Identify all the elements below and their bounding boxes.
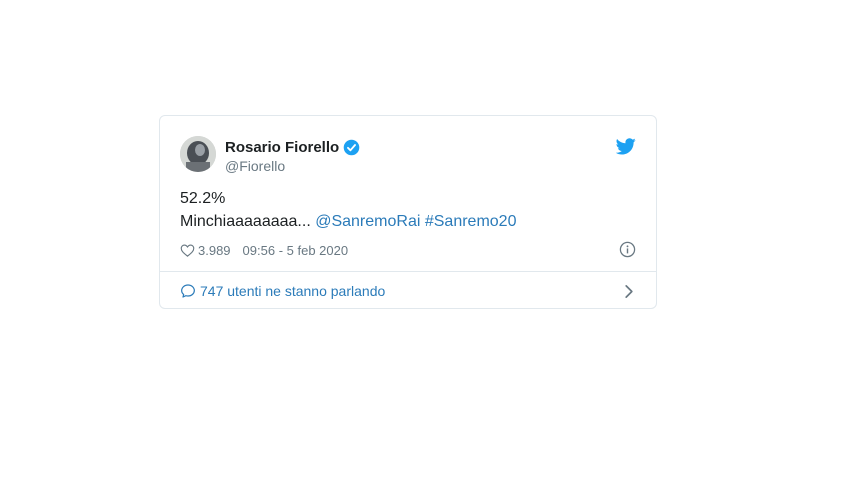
user-handle[interactable]: @Fiorello xyxy=(225,158,360,174)
avatar[interactable] xyxy=(180,136,216,172)
display-name-row: Rosario Fiorello xyxy=(225,137,360,157)
divider xyxy=(160,271,656,272)
heart-icon[interactable] xyxy=(180,243,195,258)
tweet-text-line-2: Minchiaaaaaaaa... @SanremoRai #Sanremo20 xyxy=(180,210,636,233)
tweet-header: Rosario Fiorello @Fiorello xyxy=(180,136,636,174)
display-name[interactable]: Rosario Fiorello xyxy=(225,139,339,156)
conversation-link[interactable]: 747 utenti ne stanno parlando xyxy=(180,280,636,302)
twitter-bird-icon[interactable] xyxy=(616,138,636,155)
tweet-meta: 3.989 09:56 - 5 feb 2020 xyxy=(180,240,636,260)
conversation-label[interactable]: 747 utenti ne stanno parlando xyxy=(200,283,385,299)
verified-badge-icon xyxy=(343,139,360,155)
tweet-timestamp[interactable]: 09:56 - 5 feb 2020 xyxy=(243,243,349,258)
avatar-image xyxy=(180,136,216,172)
embedded-tweet-card[interactable]: Rosario Fiorello @Fiorello 52.2% Minchia… xyxy=(159,115,657,309)
speech-bubble-icon xyxy=(181,284,195,298)
tweet-text-line-1: 52.2% xyxy=(180,190,226,207)
mention-link[interactable]: @SanremoRai xyxy=(315,213,420,230)
chevron-right-icon[interactable] xyxy=(624,284,634,299)
hashtag-link[interactable]: #Sanremo20 xyxy=(425,213,517,230)
info-icon[interactable] xyxy=(619,241,636,258)
tweet-text-plain: Minchiaaaaaaaa... xyxy=(180,213,311,230)
user-info: Rosario Fiorello @Fiorello xyxy=(225,137,360,174)
tweet-text: 52.2% Minchiaaaaaaaa... @SanremoRai #San… xyxy=(180,187,636,233)
like-count[interactable]: 3.989 xyxy=(198,243,231,258)
